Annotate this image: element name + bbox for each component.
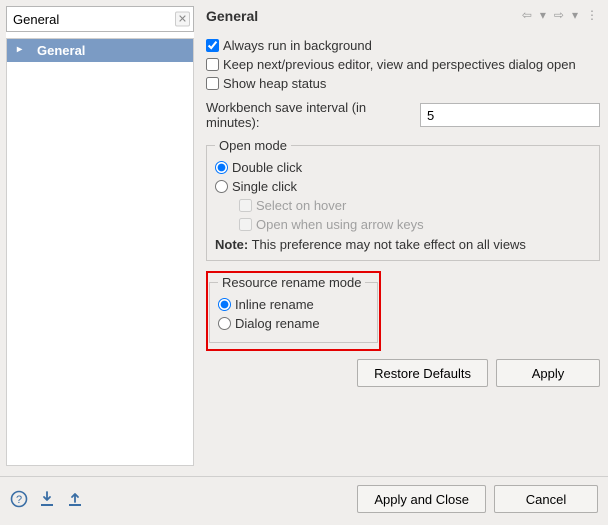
rename-mode-legend: Resource rename mode: [218, 275, 365, 290]
open-arrow-checkbox: [239, 218, 252, 231]
open-mode-legend: Open mode: [215, 138, 291, 153]
svg-text:?: ?: [16, 494, 22, 506]
show-heap-row[interactable]: Show heap status: [206, 75, 600, 92]
save-interval-row: Workbench save interval (in minutes):: [206, 100, 600, 130]
help-icon[interactable]: ?: [10, 490, 28, 508]
main-area: ✕ ▸ General General ⇦ ▾ ⇨ ▾ ⋮: [0, 0, 608, 476]
category-tree[interactable]: ▸ General: [6, 38, 194, 466]
restore-defaults-button[interactable]: Restore Defaults: [357, 359, 488, 387]
always-run-bg-checkbox[interactable]: [206, 39, 219, 52]
save-interval-label: Workbench save interval (in minutes):: [206, 100, 414, 130]
show-heap-label: Show heap status: [223, 75, 326, 92]
tree-item-label: General: [37, 43, 85, 58]
single-click-label: Single click: [232, 178, 297, 195]
dialog-rename-row[interactable]: Dialog rename: [218, 315, 369, 332]
back-menu-icon[interactable]: ▾: [538, 8, 548, 22]
select-hover-row: Select on hover: [239, 197, 591, 214]
double-click-row[interactable]: Double click: [215, 159, 591, 176]
preferences-window: ✕ ▸ General General ⇦ ▾ ⇨ ▾ ⋮: [0, 0, 608, 525]
note-text: This preference may not take effect on a…: [248, 237, 526, 252]
back-icon[interactable]: ⇦: [520, 8, 534, 22]
open-arrow-row: Open when using arrow keys: [239, 216, 591, 233]
filter-search-input[interactable]: [6, 6, 194, 32]
tree-item-general[interactable]: ▸ General: [7, 39, 193, 62]
settings-body: Always run in background Keep next/previ…: [206, 34, 600, 476]
select-hover-checkbox: [239, 199, 252, 212]
apply-button[interactable]: Apply: [496, 359, 600, 387]
apply-close-button[interactable]: Apply and Close: [357, 485, 486, 513]
open-mode-group: Open mode Double click Single click Sele…: [206, 138, 600, 261]
chevron-right-icon: ▸: [17, 44, 22, 55]
forward-icon[interactable]: ⇨: [552, 8, 566, 22]
clear-search-icon[interactable]: ✕: [175, 12, 190, 27]
rename-mode-group: Resource rename mode Inline rename Dialo…: [209, 275, 378, 343]
keep-dialog-row[interactable]: Keep next/previous editor, view and pers…: [206, 56, 600, 73]
dialog-rename-radio[interactable]: [218, 317, 231, 330]
dialog-rename-label: Dialog rename: [235, 315, 320, 332]
sidebar: ✕ ▸ General: [6, 6, 194, 466]
forward-menu-icon[interactable]: ▾: [570, 8, 580, 22]
content-header: General ⇦ ▾ ⇨ ▾ ⋮: [206, 6, 600, 24]
filter-search-wrap: ✕: [6, 6, 194, 32]
export-icon[interactable]: [66, 490, 84, 508]
header-toolbar: ⇦ ▾ ⇨ ▾ ⋮: [520, 8, 600, 22]
always-run-bg-label: Always run in background: [223, 37, 372, 54]
inline-rename-radio[interactable]: [218, 298, 231, 311]
view-menu-icon[interactable]: ⋮: [584, 8, 600, 22]
save-interval-input[interactable]: [420, 103, 600, 127]
single-click-radio[interactable]: [215, 180, 228, 193]
local-button-row: Restore Defaults Apply: [206, 351, 600, 387]
always-run-bg-row[interactable]: Always run in background: [206, 37, 600, 54]
inline-rename-label: Inline rename: [235, 296, 314, 313]
show-heap-checkbox[interactable]: [206, 77, 219, 90]
double-click-label: Double click: [232, 159, 302, 176]
cancel-button[interactable]: Cancel: [494, 485, 598, 513]
open-arrow-label: Open when using arrow keys: [256, 216, 424, 233]
double-click-radio[interactable]: [215, 161, 228, 174]
bottom-bar: ? Apply and Close Cancel: [0, 476, 608, 525]
rename-mode-highlight: Resource rename mode Inline rename Dialo…: [206, 271, 381, 351]
keep-dialog-label: Keep next/previous editor, view and pers…: [223, 56, 576, 73]
select-hover-label: Select on hover: [256, 197, 346, 214]
keep-dialog-checkbox[interactable]: [206, 58, 219, 71]
note-prefix: Note:: [215, 237, 248, 252]
single-click-row[interactable]: Single click: [215, 178, 591, 195]
content-pane: General ⇦ ▾ ⇨ ▾ ⋮ Always run in backgrou…: [200, 0, 608, 476]
open-mode-note: Note: This preference may not take effec…: [215, 237, 591, 252]
import-icon[interactable]: [38, 490, 56, 508]
bottom-toolbar: ?: [10, 490, 84, 508]
page-title: General: [206, 8, 258, 24]
dialog-button-row: Apply and Close Cancel: [357, 485, 598, 513]
inline-rename-row[interactable]: Inline rename: [218, 296, 369, 313]
